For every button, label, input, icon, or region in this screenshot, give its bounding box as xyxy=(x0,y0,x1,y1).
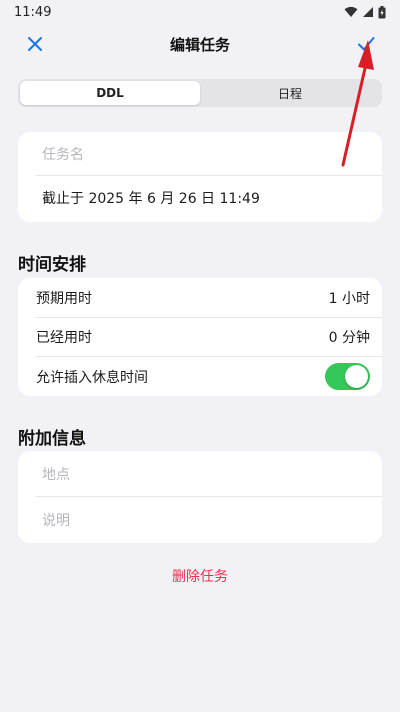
deadline-row[interactable]: 截止于 2025 年 6 月 26 日 11:49 xyxy=(18,176,382,220)
signal-icon xyxy=(363,7,373,17)
expected-time-value: 1 小时 xyxy=(328,290,370,307)
allow-break-toggle[interactable] xyxy=(325,363,370,391)
expected-time-label: 预期用时 xyxy=(36,290,92,307)
delete-task-button[interactable]: 删除任务 xyxy=(0,566,400,586)
close-icon[interactable] xyxy=(24,33,46,55)
schedule-section-title: 时间安排 xyxy=(18,255,86,275)
description-placeholder: 说明 xyxy=(42,513,70,529)
status-bar: 11:49 xyxy=(0,0,400,24)
used-time-value: 0 分钟 xyxy=(328,330,370,347)
battery-icon xyxy=(378,5,386,18)
used-time-row[interactable]: 已经用时 0 分钟 xyxy=(18,318,382,357)
description-field[interactable]: 说明 xyxy=(18,497,382,543)
confirm-check-icon[interactable] xyxy=(354,32,378,56)
location-placeholder: 地点 xyxy=(42,467,70,483)
allow-break-label: 允许插入休息时间 xyxy=(36,369,148,386)
top-app-bar: 编辑任务 xyxy=(0,24,400,64)
location-field[interactable]: 地点 xyxy=(18,451,382,497)
segment-schedule[interactable]: 日程 xyxy=(200,81,380,105)
page-title: 编辑任务 xyxy=(169,35,230,54)
status-time: 11:49 xyxy=(14,4,52,20)
wifi-icon xyxy=(344,6,358,17)
extra-info-section-title: 附加信息 xyxy=(18,429,86,449)
allow-break-row: 允许插入休息时间 xyxy=(18,357,382,396)
extra-info-card: 地点 说明 xyxy=(18,451,382,543)
task-name-placeholder: 任务名 xyxy=(42,147,84,163)
system-icons xyxy=(344,5,386,19)
deadline-text: 截止于 2025 年 6 月 26 日 11:49 xyxy=(42,191,260,207)
toggle-knob xyxy=(345,365,368,389)
task-name-field[interactable]: 任务名 xyxy=(18,132,382,176)
expected-time-row[interactable]: 预期用时 1 小时 xyxy=(18,278,382,318)
segment-ddl[interactable]: DDL xyxy=(20,81,200,105)
used-time-label: 已经用时 xyxy=(36,330,92,347)
task-card: 任务名 截止于 2025 年 6 月 26 日 11:49 xyxy=(18,132,382,222)
schedule-card: 预期用时 1 小时 已经用时 0 分钟 允许插入休息时间 xyxy=(18,278,382,396)
type-segmented-control: DDL 日程 xyxy=(18,79,382,107)
